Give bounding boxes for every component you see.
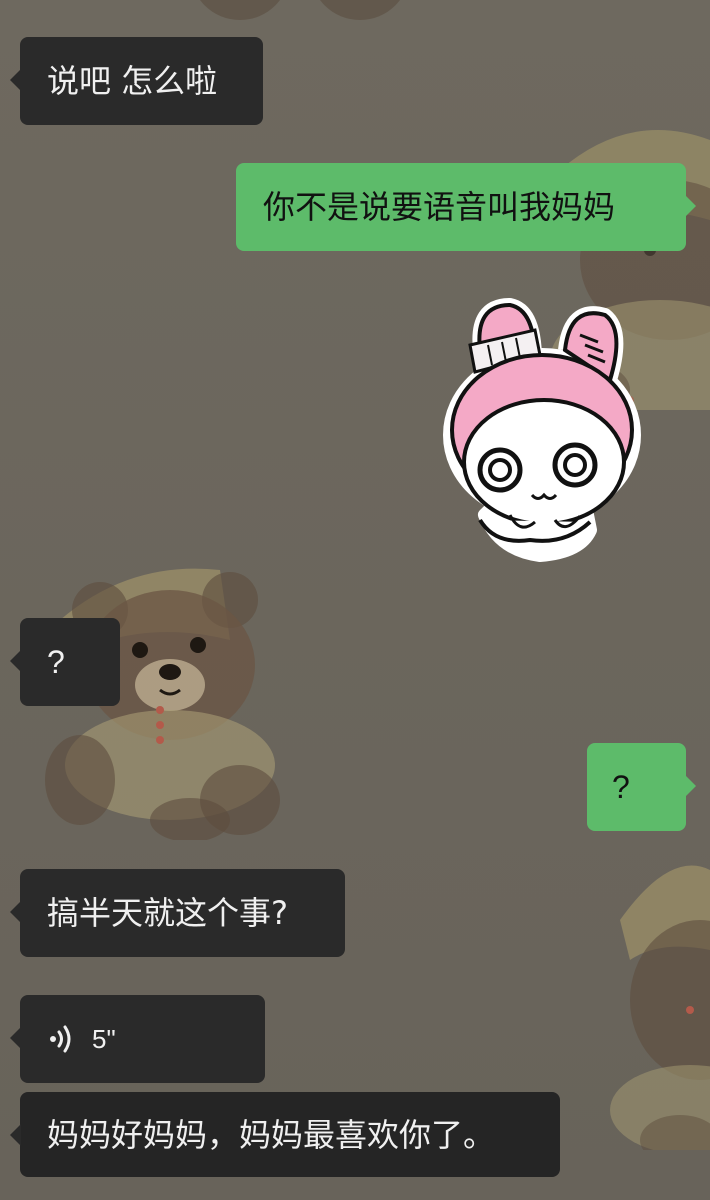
message-bubble-incoming[interactable]: ?: [10, 618, 120, 706]
transcription-text: 妈妈好妈妈，妈妈最喜欢你了。: [47, 1115, 496, 1154]
message-bubble-incoming[interactable]: 说吧 怎么啦: [10, 37, 263, 125]
voice-wave-icon: [50, 1025, 71, 1053]
message-text: 搞半天就这个事?: [47, 894, 288, 932]
message-bubble-outgoing[interactable]: 你不是说要语音叫我妈妈: [236, 163, 696, 251]
voice-duration: 5": [92, 1024, 116, 1054]
message-text: 说吧 怎么啦: [47, 62, 218, 100]
message-bubble-incoming[interactable]: 搞半天就这个事?: [10, 869, 345, 957]
voice-transcription-bubble: 妈妈好妈妈，妈妈最喜欢你了。: [10, 1092, 560, 1177]
message-text: 你不是说要语音叫我妈妈: [263, 188, 616, 226]
message-bubble-outgoing[interactable]: ?: [587, 743, 696, 831]
message-text: ?: [47, 644, 65, 680]
bunny-hood-sticker-icon[interactable]: [440, 290, 650, 570]
voice-message-bubble[interactable]: 5": [10, 995, 265, 1083]
message-text: ?: [612, 769, 630, 805]
wallpaper-bear-right-lower-icon: [610, 865, 710, 1150]
